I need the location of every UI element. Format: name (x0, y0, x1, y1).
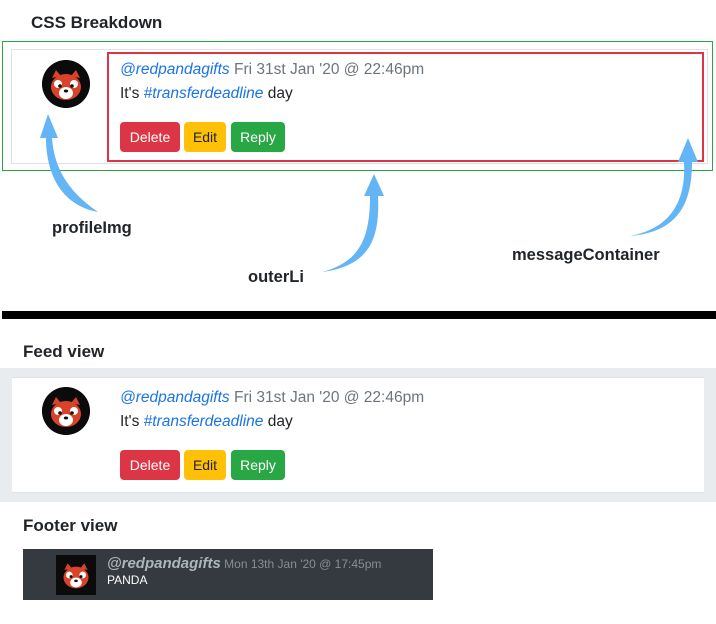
footer-user-handle[interactable]: @redpandagifts (107, 555, 221, 572)
red-panda-avatar-icon (42, 387, 90, 435)
feed-reply-button[interactable]: Reply (231, 450, 285, 480)
feed-edit-button[interactable]: Edit (184, 450, 226, 480)
message-date: Fri 31st Jan '20 @ 22:46pm (229, 389, 425, 406)
message-text-suffix: day (263, 413, 293, 430)
footer-title: Footer view (23, 516, 118, 535)
curved-arrow-icon (40, 114, 98, 212)
user-handle-link[interactable]: @redpandagifts (120, 389, 230, 406)
hashtag-link[interactable]: #transferdeadline (144, 413, 264, 430)
feed-delete-button[interactable]: Delete (120, 450, 180, 480)
feed-message-text: It's #transferdeadline day (120, 413, 293, 431)
red-panda-avatar-icon (56, 555, 96, 595)
curved-arrow-icon (322, 174, 384, 272)
footer-avatar (56, 555, 96, 595)
label-outer-li: outerLi (248, 268, 304, 286)
footer-message-text: PANDA (107, 573, 148, 587)
section-divider (2, 311, 716, 319)
message-text-prefix: It's (120, 413, 144, 430)
feed-avatar (42, 387, 90, 435)
footer-message-date: Mon 13th Jan '20 @ 17:45pm (220, 557, 382, 571)
feed-message-meta: @redpandagifts Fri 31st Jan '20 @ 22:46p… (120, 389, 424, 407)
footer-meta: @redpandagifts Mon 13th Jan '20 @ 17:45p… (107, 555, 381, 572)
label-profile-img: profileImg (52, 219, 132, 237)
label-message-container: messageContainer (512, 246, 660, 264)
curved-arrow-icon (630, 138, 698, 236)
feed-title: Feed view (23, 342, 105, 361)
